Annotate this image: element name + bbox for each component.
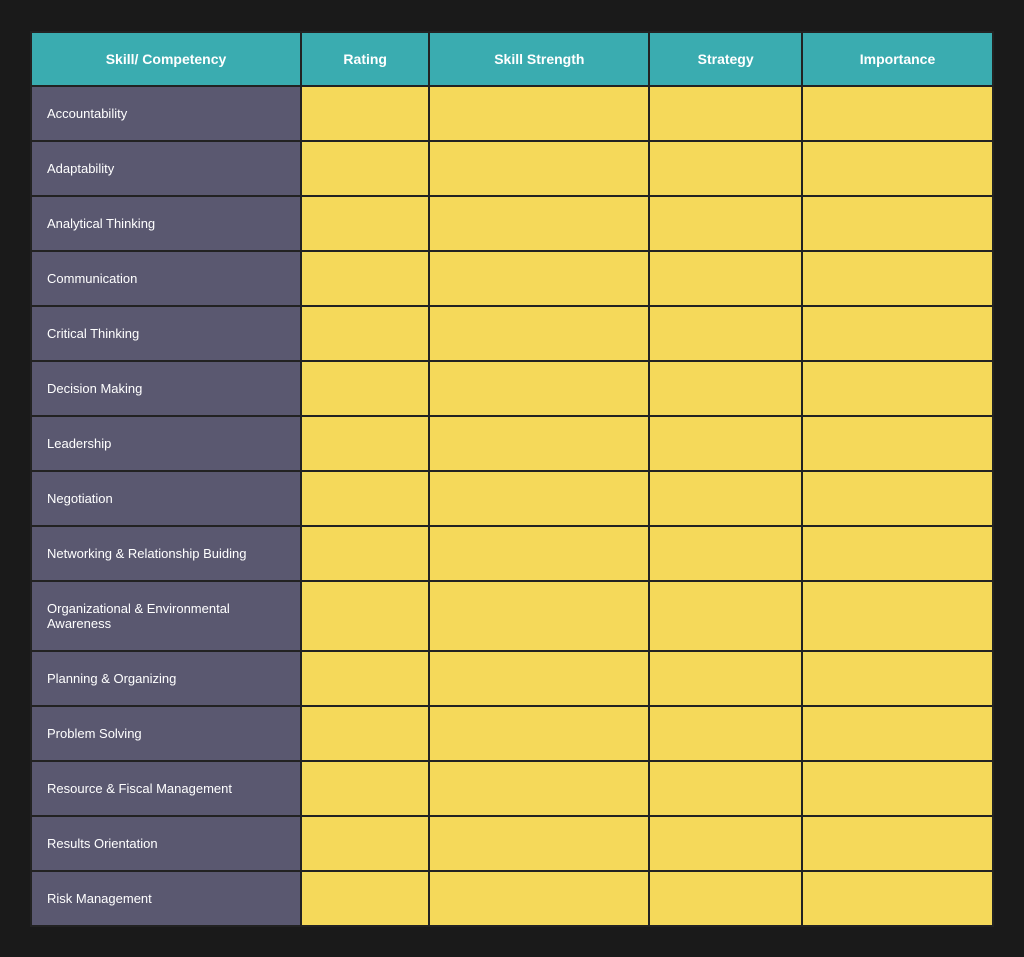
rating-cell <box>301 816 429 871</box>
rating-cell <box>301 251 429 306</box>
importance-cell <box>802 526 993 581</box>
strategy-cell <box>649 761 802 816</box>
table-row: Risk Management <box>31 871 993 926</box>
table-row: Decision Making <box>31 361 993 416</box>
skill-cell: Accountability <box>31 86 301 141</box>
importance-cell <box>802 251 993 306</box>
strength-cell <box>429 581 649 651</box>
importance-cell <box>802 816 993 871</box>
table-row: Communication <box>31 251 993 306</box>
strategy-cell <box>649 196 802 251</box>
header-importance: Importance <box>802 32 993 86</box>
rating-cell <box>301 471 429 526</box>
table-row: Networking & Relationship Buiding <box>31 526 993 581</box>
importance-cell <box>802 581 993 651</box>
importance-cell <box>802 651 993 706</box>
rating-cell <box>301 306 429 361</box>
table-row: Critical Thinking <box>31 306 993 361</box>
importance-cell <box>802 761 993 816</box>
table-row: Analytical Thinking <box>31 196 993 251</box>
rating-cell <box>301 526 429 581</box>
strategy-cell <box>649 361 802 416</box>
rating-cell <box>301 86 429 141</box>
importance-cell <box>802 871 993 926</box>
rating-cell <box>301 141 429 196</box>
header-row: Skill/ Competency Rating Skill Strength … <box>31 32 993 86</box>
strategy-cell <box>649 141 802 196</box>
skill-cell: Networking & Relationship Buiding <box>31 526 301 581</box>
importance-cell <box>802 306 993 361</box>
importance-cell <box>802 361 993 416</box>
header-rating: Rating <box>301 32 429 86</box>
strategy-cell <box>649 581 802 651</box>
table-row: Problem Solving <box>31 706 993 761</box>
skill-cell: Communication <box>31 251 301 306</box>
strength-cell <box>429 361 649 416</box>
skill-cell: Results Orientation <box>31 816 301 871</box>
strategy-cell <box>649 526 802 581</box>
strength-cell <box>429 251 649 306</box>
table-wrapper: Skill/ Competency Rating Skill Strength … <box>20 21 1004 937</box>
skill-cell: Risk Management <box>31 871 301 926</box>
table-row: Resource & Fiscal Management <box>31 761 993 816</box>
rating-cell <box>301 581 429 651</box>
strength-cell <box>429 871 649 926</box>
strength-cell <box>429 86 649 141</box>
strategy-cell <box>649 871 802 926</box>
skill-cell: Analytical Thinking <box>31 196 301 251</box>
header-skill: Skill/ Competency <box>31 32 301 86</box>
rating-cell <box>301 361 429 416</box>
strategy-cell <box>649 86 802 141</box>
strategy-cell <box>649 416 802 471</box>
importance-cell <box>802 141 993 196</box>
skill-cell: Leadership <box>31 416 301 471</box>
header-strength: Skill Strength <box>429 32 649 86</box>
skill-cell: Critical Thinking <box>31 306 301 361</box>
competency-table: Skill/ Competency Rating Skill Strength … <box>30 31 994 927</box>
importance-cell <box>802 706 993 761</box>
strength-cell <box>429 816 649 871</box>
table-row: Negotiation <box>31 471 993 526</box>
skill-cell: Adaptability <box>31 141 301 196</box>
strength-cell <box>429 141 649 196</box>
strength-cell <box>429 761 649 816</box>
importance-cell <box>802 471 993 526</box>
skill-cell: Problem Solving <box>31 706 301 761</box>
skill-cell: Negotiation <box>31 471 301 526</box>
strategy-cell <box>649 306 802 361</box>
skill-cell: Resource & Fiscal Management <box>31 761 301 816</box>
rating-cell <box>301 871 429 926</box>
importance-cell <box>802 196 993 251</box>
rating-cell <box>301 651 429 706</box>
rating-cell <box>301 761 429 816</box>
skill-cell: Decision Making <box>31 361 301 416</box>
strength-cell <box>429 706 649 761</box>
strategy-cell <box>649 816 802 871</box>
strategy-cell <box>649 251 802 306</box>
strategy-cell <box>649 706 802 761</box>
skill-cell: Organizational & Environmental Awareness <box>31 581 301 651</box>
strength-cell <box>429 196 649 251</box>
table-row: Adaptability <box>31 141 993 196</box>
strength-cell <box>429 471 649 526</box>
strategy-cell <box>649 651 802 706</box>
skill-cell: Planning & Organizing <box>31 651 301 706</box>
table-row: Planning & Organizing <box>31 651 993 706</box>
strength-cell <box>429 416 649 471</box>
rating-cell <box>301 706 429 761</box>
strength-cell <box>429 651 649 706</box>
header-strategy: Strategy <box>649 32 802 86</box>
importance-cell <box>802 86 993 141</box>
importance-cell <box>802 416 993 471</box>
rating-cell <box>301 196 429 251</box>
strategy-cell <box>649 471 802 526</box>
table-row: Organizational & Environmental Awareness <box>31 581 993 651</box>
table-row: Accountability <box>31 86 993 141</box>
strength-cell <box>429 526 649 581</box>
table-row: Results Orientation <box>31 816 993 871</box>
strength-cell <box>429 306 649 361</box>
rating-cell <box>301 416 429 471</box>
table-row: Leadership <box>31 416 993 471</box>
